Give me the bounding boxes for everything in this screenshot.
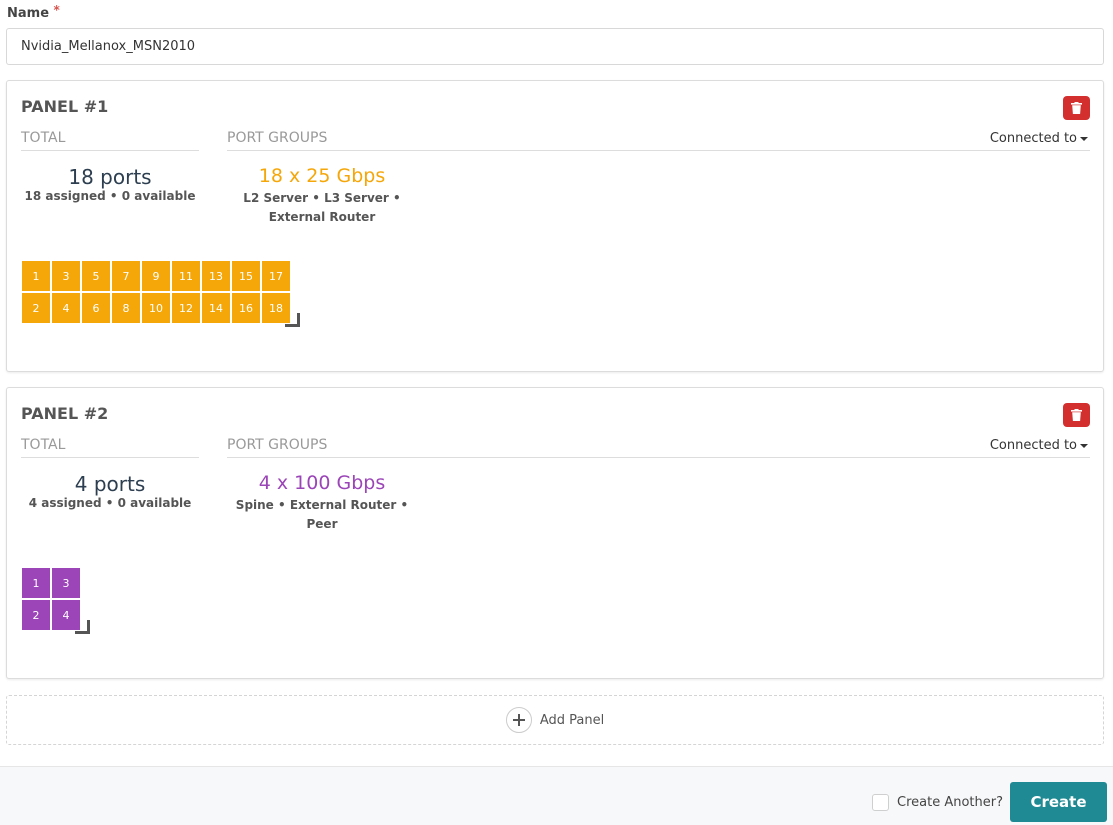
caret-down-icon [1080, 443, 1088, 448]
name-input[interactable] [6, 28, 1104, 65]
port-tile[interactable]: 15 [232, 261, 260, 291]
port-tile[interactable]: 8 [112, 293, 140, 323]
port-group-roles-line: L2 Server • L3 Server • [243, 191, 401, 205]
port-tile[interactable]: 5 [82, 261, 110, 291]
port-tile[interactable]: 4 [52, 293, 80, 323]
port-tile[interactable]: 12 [172, 293, 200, 323]
port-tile[interactable]: 3 [52, 568, 80, 598]
port-tile[interactable]: 11 [172, 261, 200, 291]
connected-to-dropdown[interactable]: Connected to [990, 131, 1088, 146]
port-tile[interactable]: 3 [52, 261, 80, 291]
total-header: TOTAL [21, 437, 199, 458]
port-groups-header: PORT GROUPS [227, 437, 1090, 458]
port-tile[interactable]: 13 [202, 261, 230, 291]
caret-down-icon [1080, 136, 1088, 141]
form-footer: Create Another? Create [0, 766, 1113, 825]
total-ports: 18 ports [68, 165, 152, 189]
port-group-roles-line: Peer [306, 517, 338, 531]
plus-icon [505, 707, 532, 733]
add-panel-label: Add Panel [539, 712, 605, 728]
port-group-roles-line: External Router [268, 210, 376, 224]
trash-icon [1071, 409, 1082, 421]
ports-assignment-summary: 18 assigned • 0 available [24, 189, 196, 203]
panel-2: PANEL #2 TOTAL PORT GROUPS Connected to … [6, 387, 1104, 679]
port-tile[interactable]: 10 [142, 293, 170, 323]
total-ports: 4 ports [74, 472, 146, 496]
trash-icon [1071, 102, 1082, 114]
connected-to-dropdown[interactable]: Connected to [990, 438, 1088, 453]
create-button[interactable]: Create [1010, 782, 1107, 822]
port-tile[interactable]: 9 [142, 261, 170, 291]
panel-resize-handle[interactable] [75, 620, 90, 634]
connected-to-label: Connected to [989, 438, 1077, 453]
port-tile[interactable]: 16 [232, 293, 260, 323]
port-group-speed: 4 x 100 Gbps [258, 472, 386, 494]
panel-title: PANEL #1 [21, 97, 109, 116]
port-tile[interactable]: 1 [22, 568, 50, 598]
port-tile[interactable]: 7 [112, 261, 140, 291]
add-panel-button[interactable]: Add Panel [6, 695, 1104, 745]
panel-resize-handle[interactable] [285, 313, 300, 327]
required-mark: * [53, 3, 60, 17]
delete-panel-button[interactable] [1063, 96, 1090, 120]
connected-to-label: Connected to [989, 131, 1077, 146]
port-group-roles-line: Spine • External Router • [235, 498, 409, 512]
delete-panel-button[interactable] [1063, 403, 1090, 427]
port-grid: 1324 [22, 568, 80, 630]
port-group-roles: L2 Server • L3 Server • External Router [227, 189, 417, 227]
panel-title: PANEL #2 [21, 404, 109, 423]
ports-assignment-summary: 4 assigned • 0 available [28, 496, 192, 510]
port-tile[interactable]: 6 [82, 293, 110, 323]
port-tile[interactable]: 2 [22, 600, 50, 630]
create-another-option[interactable]: Create Another? [872, 794, 1003, 811]
port-tile[interactable]: 2 [22, 293, 50, 323]
port-group-speed: 18 x 25 Gbps [258, 165, 386, 187]
panel-1: PANEL #1 TOTAL PORT GROUPS Connected to … [6, 80, 1104, 372]
port-tile[interactable]: 14 [202, 293, 230, 323]
create-another-label: Create Another? [897, 795, 1003, 810]
port-grid: 1 3 5 7 9 11 13 15 17 2 4 6 8 10 12 14 16 18 [22, 261, 290, 323]
port-tile[interactable]: 17 [262, 261, 290, 291]
name-label: Name * [7, 3, 60, 21]
port-group-roles: Spine • External Router • Peer [227, 496, 417, 534]
create-another-checkbox[interactable] [872, 794, 889, 811]
port-tile[interactable]: 1 [22, 261, 50, 291]
total-header: TOTAL [21, 130, 199, 151]
port-groups-header: PORT GROUPS [227, 130, 1090, 151]
